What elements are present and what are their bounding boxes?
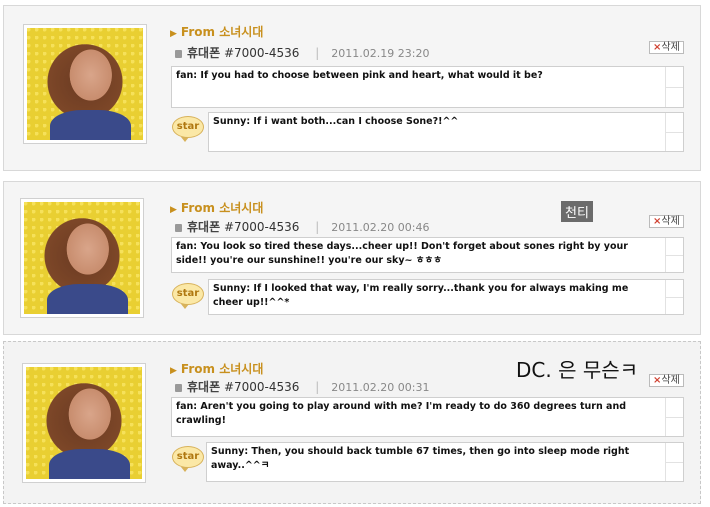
avatar xyxy=(23,24,147,144)
post-from: ▶ From 소녀시대 xyxy=(170,362,264,376)
post-date: 2011.02.20 00:46 xyxy=(331,221,430,234)
star-badge: star xyxy=(172,116,204,142)
phone-number: #7000-4536 xyxy=(223,220,300,234)
star-badge: star xyxy=(172,446,204,472)
lock-icon xyxy=(175,50,182,58)
post-card: ▶ From 소녀시대 휴대폰 #7000-4536 | 2011.02.19 23… xyxy=(3,5,701,171)
lock-icon xyxy=(175,224,182,232)
phone-number: #7000-4536 xyxy=(223,46,300,60)
post-from: ▶ From 소녀시대 xyxy=(170,201,264,215)
post-meta: 휴대폰 #7000-4536 | 2011.02.20 00:31 xyxy=(175,378,429,395)
phone-label: 휴대폰 xyxy=(187,220,221,234)
reply-message: Sunny: If I looked that way, I'm really … xyxy=(208,279,684,315)
phone-label: 휴대폰 xyxy=(187,380,221,394)
delete-button[interactable]: ×삭제 xyxy=(649,41,684,54)
avatar xyxy=(22,363,146,483)
phone-label: 휴대폰 xyxy=(187,46,221,60)
phone-number: #7000-4536 xyxy=(223,380,300,394)
delete-button[interactable]: ×삭제 xyxy=(649,215,684,228)
arrow-right-icon: ▶ xyxy=(170,205,177,215)
post-date: 2011.02.20 00:31 xyxy=(331,381,430,394)
overlay-tag: 천티 xyxy=(561,201,593,222)
post-card: ▶ From 소녀시대 휴대폰 #7000-4536 | 2011.02.20 00… xyxy=(3,341,701,504)
delete-button[interactable]: ×삭제 xyxy=(649,374,684,387)
post-date: 2011.02.19 23:20 xyxy=(331,47,430,60)
reply-message: Sunny: Then, you should back tumble 67 t… xyxy=(206,442,684,482)
lock-icon xyxy=(175,384,182,392)
post-card: ▶ From 소녀시대 휴대폰 #7000-4536 | 2011.02.20 00… xyxy=(3,181,701,335)
post-meta: 휴대폰 #7000-4536 | 2011.02.20 00:46 xyxy=(175,218,429,235)
fan-message: fan: You look so tired these days...chee… xyxy=(171,237,684,273)
reply-message: Sunny: If i want both...can I choose Son… xyxy=(208,112,684,152)
star-badge: star xyxy=(172,283,204,309)
fan-message: fan: If you had to choose between pink a… xyxy=(171,66,684,108)
arrow-right-icon: ▶ xyxy=(170,29,177,39)
arrow-right-icon: ▶ xyxy=(170,366,177,376)
post-from: ▶ From 소녀시대 xyxy=(170,25,264,39)
fan-message: fan: Aren't you going to play around wit… xyxy=(171,397,684,437)
post-meta: 휴대폰 #7000-4536 | 2011.02.19 23:20 xyxy=(175,44,429,61)
overlay-caption: DC. 은 무슨ㅋ xyxy=(516,358,639,382)
avatar xyxy=(20,198,144,318)
